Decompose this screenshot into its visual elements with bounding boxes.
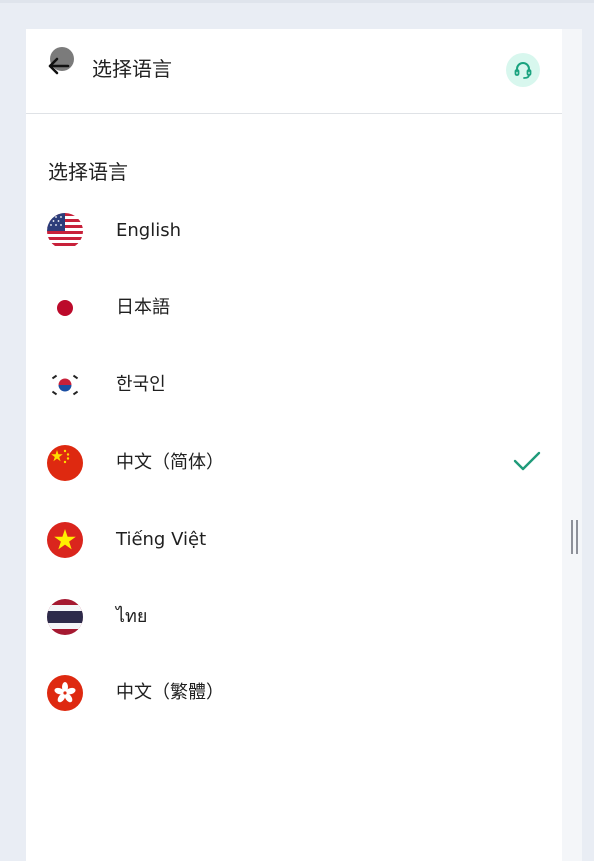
right-gutter [562,29,582,861]
page-title: 选择语言 [92,57,172,81]
language-option-thai[interactable]: ไทย [26,589,562,645]
language-label: 中文（繁體） [116,682,224,703]
language-panel: 选择语言 选择语言 English 日本語 한국인 中文（简体） Tiếng V… [26,29,562,861]
language-option-simplified-chinese[interactable]: 中文（简体） [26,435,562,491]
back-button[interactable] [46,47,76,83]
language-option-english[interactable]: English [26,203,562,259]
top-border [0,0,594,3]
us-flag-icon [47,213,83,249]
language-label: Tiếng Việt [116,529,207,550]
headset-icon [514,62,532,79]
language-option-japanese[interactable]: 日本語 [26,280,562,336]
language-label: 中文（简体） [116,452,224,473]
check-icon [513,451,541,471]
language-label: English [116,220,181,241]
language-option-korean[interactable]: 한국인 [26,357,562,413]
section-title: 选择语言 [48,160,128,184]
arrow-left-icon [48,57,70,75]
korea-flag-icon [47,367,83,403]
vietnam-flag-icon [47,522,83,558]
header: 选择语言 [26,29,562,114]
hong-kong-flag-icon [47,675,83,711]
thailand-flag-icon [47,599,83,635]
japan-flag-icon [47,290,83,326]
china-flag-icon [47,445,83,481]
resize-handle[interactable] [571,520,578,554]
language-label: ไทย [116,606,148,627]
support-button[interactable] [506,53,540,87]
language-option-vietnamese[interactable]: Tiếng Việt [26,512,562,568]
language-option-traditional-chinese[interactable]: 中文（繁體） [26,665,562,721]
language-label: 日本語 [116,297,170,318]
language-label: 한국인 [116,374,166,395]
